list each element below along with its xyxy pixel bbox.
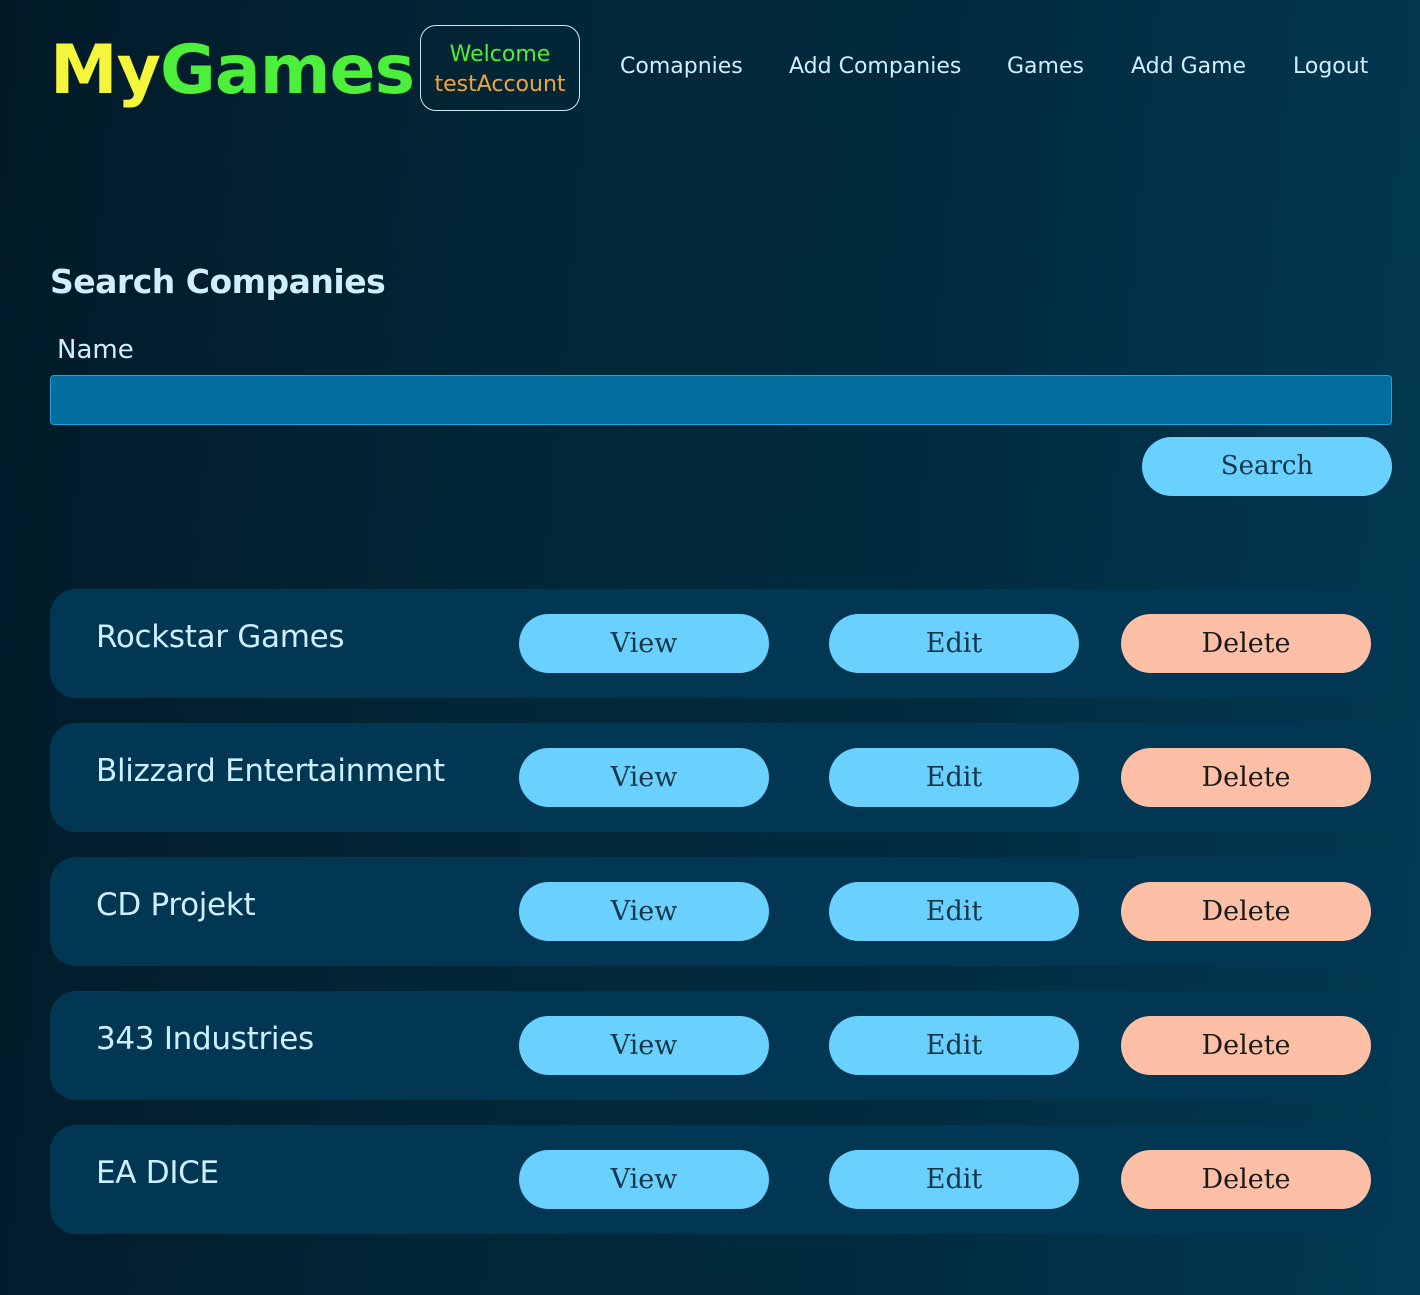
nav-games[interactable]: Games	[1007, 54, 1084, 88]
logo[interactable]: MyGames	[50, 28, 415, 114]
nav-companies[interactable]: Comapnies	[620, 54, 743, 88]
company-row: Blizzard Entertainment View Edit Delete	[50, 723, 1390, 832]
delete-button[interactable]: Delete	[1121, 1016, 1371, 1075]
company-name: Rockstar Games	[96, 619, 345, 655]
header: MyGames Welcome testAccount Comapnies Ad…	[0, 0, 1420, 140]
company-row: Rockstar Games View Edit Delete	[50, 589, 1390, 698]
nav-add-companies-label[interactable]: Add Companies	[789, 54, 961, 79]
name-label: Name	[57, 335, 134, 365]
logo-my: My	[50, 31, 161, 110]
search-title: Search Companies	[50, 262, 386, 301]
nav-logout[interactable]: Logout	[1293, 54, 1368, 88]
company-name: 343 Industries	[96, 1021, 314, 1057]
edit-button[interactable]: Edit	[829, 882, 1079, 941]
delete-button[interactable]: Delete	[1121, 1150, 1371, 1209]
delete-button[interactable]: Delete	[1121, 748, 1371, 807]
welcome-username: testAccount	[434, 72, 566, 97]
name-search-input[interactable]	[50, 375, 1392, 425]
edit-button[interactable]: Edit	[829, 1150, 1079, 1209]
company-name: CD Projekt	[96, 887, 256, 923]
company-name: Blizzard Entertainment	[96, 753, 445, 789]
nav-logout-label[interactable]: Logout	[1293, 54, 1368, 79]
edit-button[interactable]: Edit	[829, 614, 1079, 673]
delete-button[interactable]: Delete	[1121, 882, 1371, 941]
nav-add-companies[interactable]: Add Companies	[789, 54, 961, 88]
company-row: EA DICE View Edit Delete	[50, 1125, 1390, 1234]
welcome-badge: Welcome testAccount	[420, 25, 580, 111]
view-button[interactable]: View	[519, 1016, 769, 1075]
edit-button[interactable]: Edit	[829, 748, 1079, 807]
company-name: EA DICE	[96, 1155, 219, 1191]
welcome-text: Welcome	[449, 42, 551, 67]
nav-add-game[interactable]: Add Game	[1131, 54, 1246, 88]
view-button[interactable]: View	[519, 882, 769, 941]
view-button[interactable]: View	[519, 748, 769, 807]
nav-games-label[interactable]: Games	[1007, 54, 1084, 79]
nav-companies-label[interactable]: Comapnies	[620, 54, 743, 79]
logo-games: Games	[160, 31, 415, 110]
search-button[interactable]: Search	[1142, 437, 1392, 496]
company-row: 343 Industries View Edit Delete	[50, 991, 1390, 1100]
nav-add-game-label[interactable]: Add Game	[1131, 54, 1246, 79]
view-button[interactable]: View	[519, 1150, 769, 1209]
edit-button[interactable]: Edit	[829, 1016, 1079, 1075]
view-button[interactable]: View	[519, 614, 769, 673]
company-row: CD Projekt View Edit Delete	[50, 857, 1390, 966]
delete-button[interactable]: Delete	[1121, 614, 1371, 673]
